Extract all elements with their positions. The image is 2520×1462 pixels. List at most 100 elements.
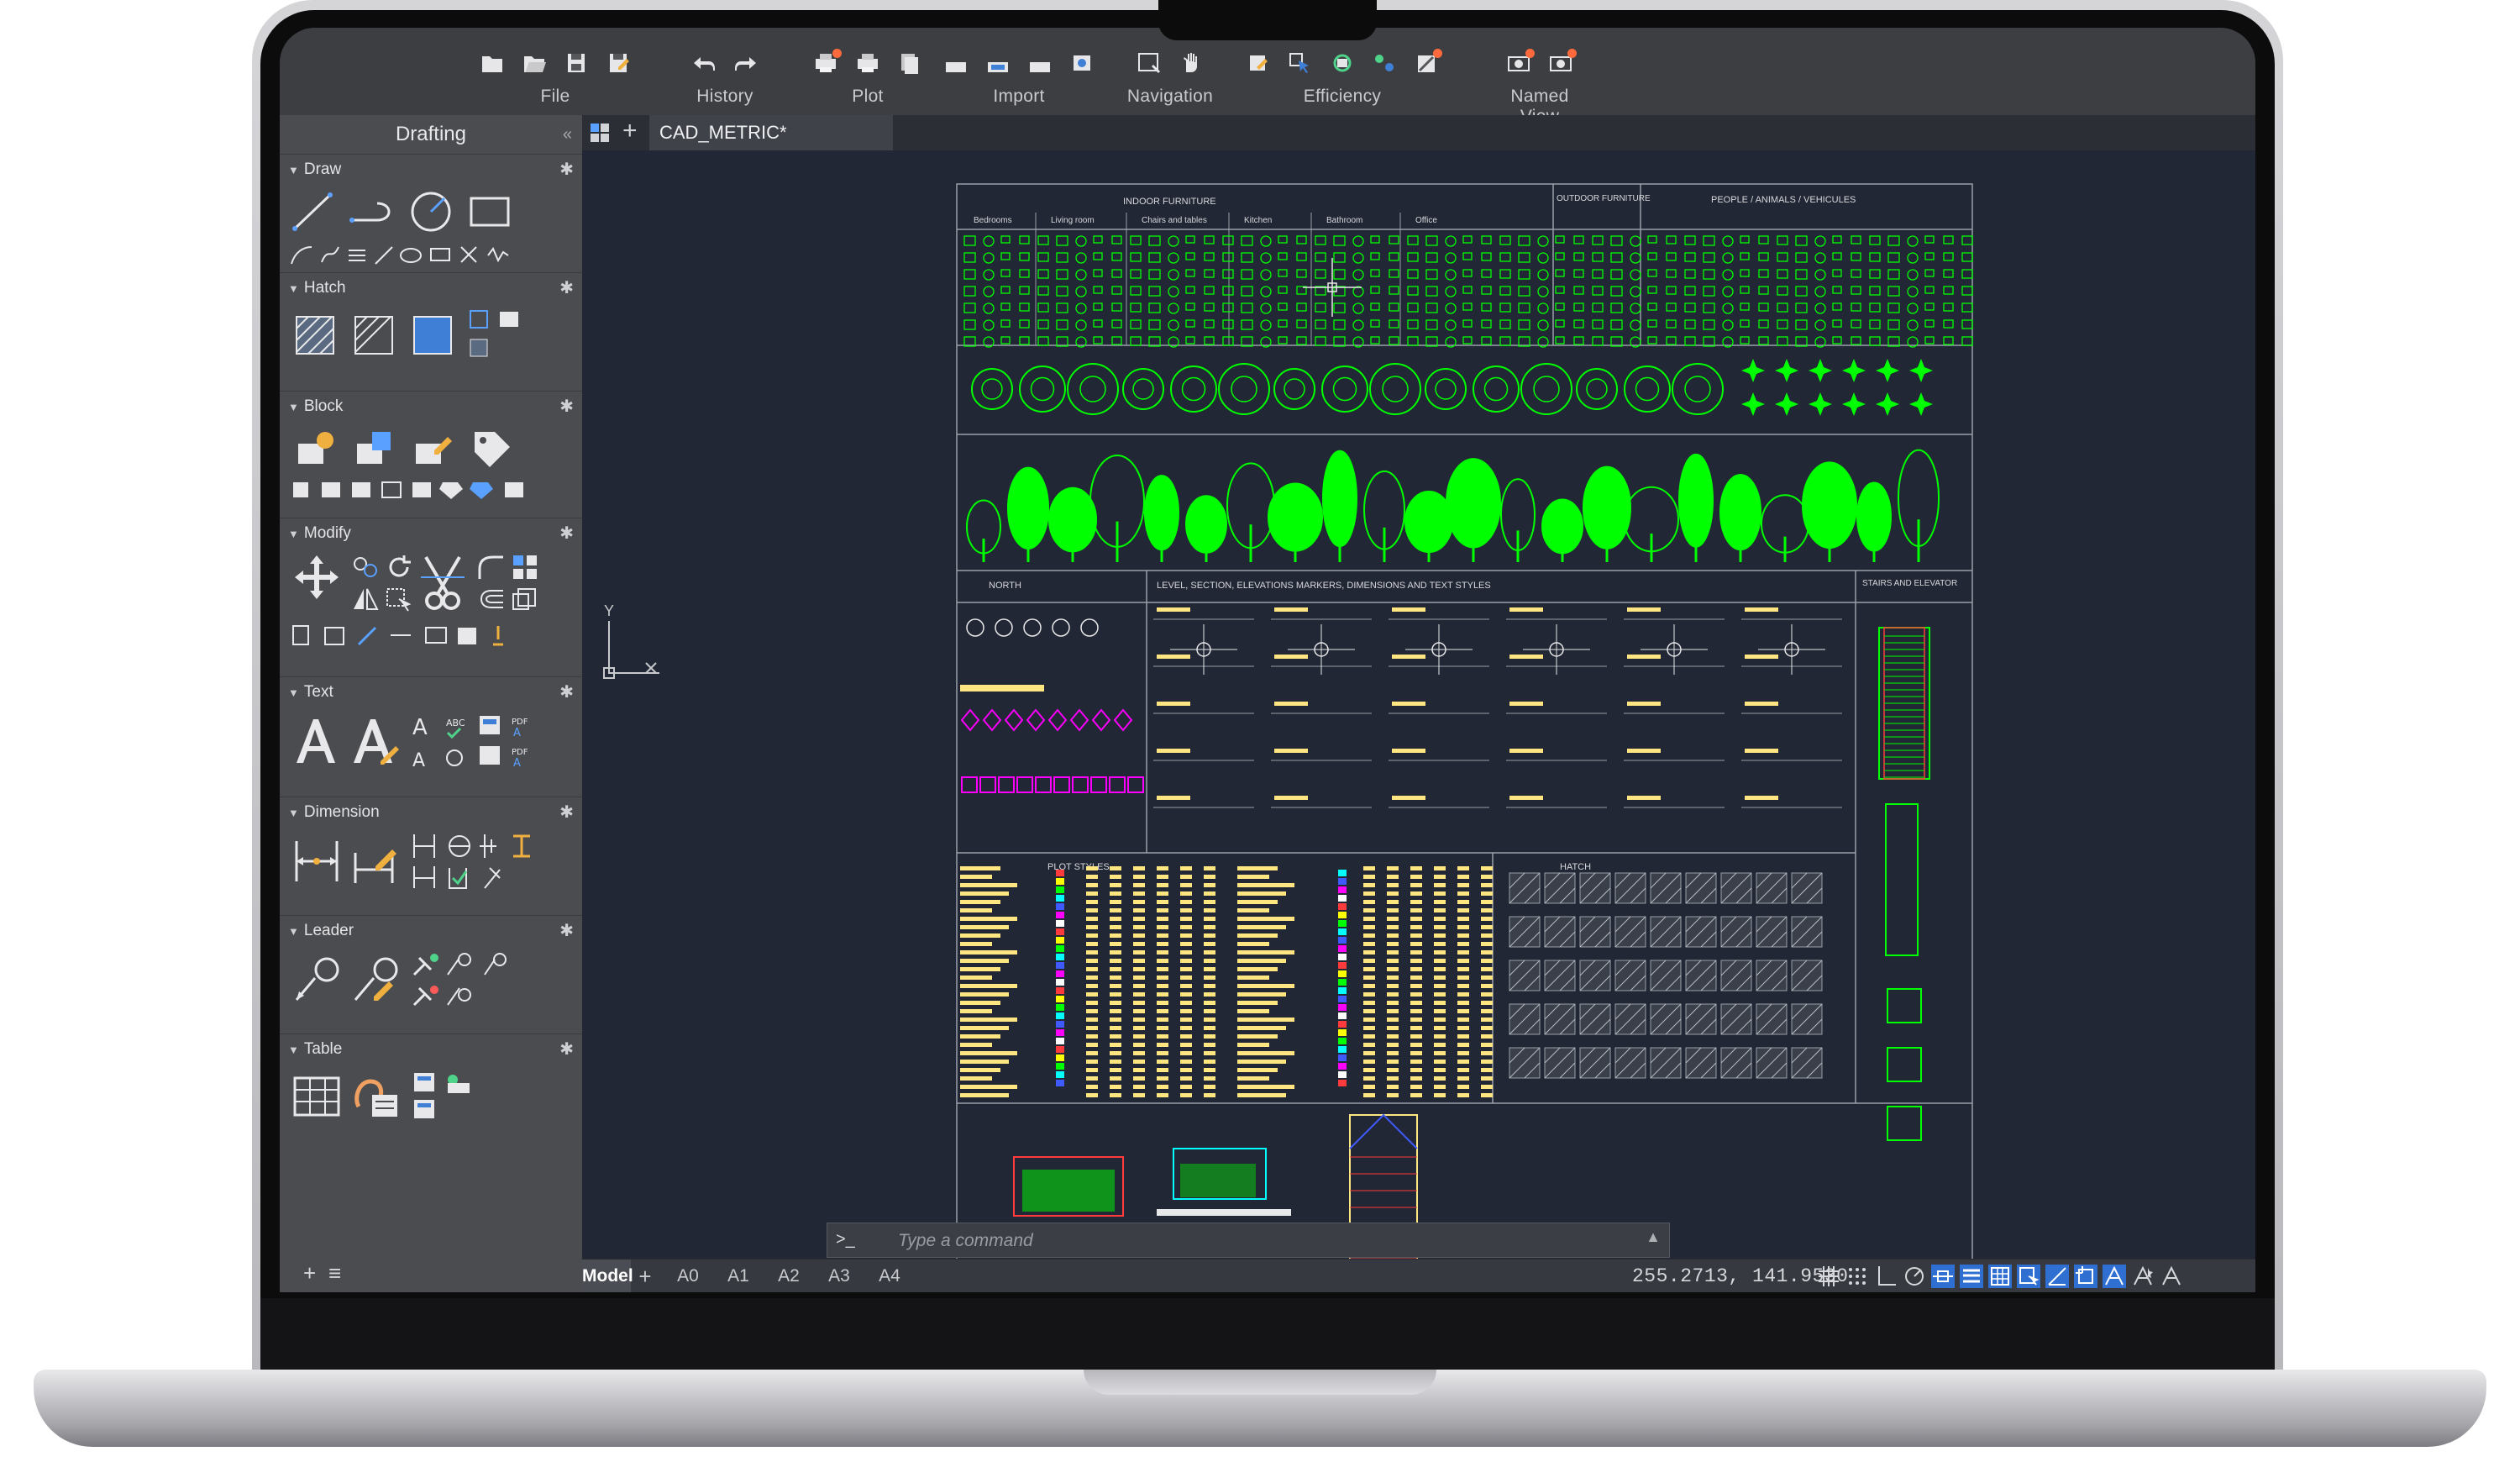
open-drawing-icon[interactable] (518, 49, 550, 77)
tab-layout-a2[interactable]: A2 (764, 1260, 814, 1292)
lineweight-icon[interactable] (1960, 1265, 1983, 1288)
save-as-icon[interactable] (602, 49, 634, 77)
single-line-text-icon[interactable] (350, 714, 401, 768)
revision-cloud-icon[interactable] (466, 335, 491, 360)
command-prompt-icon[interactable]: >_ (836, 1230, 855, 1249)
gear-icon[interactable]: ✱ (559, 518, 574, 549)
gear-icon[interactable]: ✱ (559, 797, 574, 828)
print-icon[interactable] (852, 49, 884, 77)
polyline-tool-icon[interactable] (349, 188, 396, 235)
array-icon[interactable] (510, 552, 540, 582)
palette-menu-button[interactable]: ≡ (328, 1260, 341, 1286)
refresh-icon[interactable] (1326, 49, 1358, 77)
draw-tools-row-icon[interactable] (288, 242, 540, 267)
hatch-tool-icon[interactable] (291, 312, 339, 359)
zoom-window-icon[interactable] (1133, 49, 1165, 77)
collapse-palette-button[interactable]: « (563, 115, 572, 154)
fillet-icon[interactable] (476, 552, 507, 582)
section-header-modify[interactable]: ▼ Modify ✱ (280, 518, 582, 549)
tab-layout-a3[interactable]: A3 (814, 1260, 864, 1292)
add-layout-button[interactable]: + (633, 1260, 658, 1292)
boundary-icon[interactable] (409, 312, 456, 359)
select-similar-icon[interactable] (1284, 49, 1316, 77)
object-snap-icon[interactable] (1931, 1265, 1955, 1288)
linear-dimension-icon[interactable] (291, 836, 342, 886)
offset-icon[interactable] (476, 584, 507, 614)
trim-icon[interactable] (417, 552, 468, 614)
rotate-icon[interactable] (384, 552, 414, 582)
transparency-icon[interactable] (1988, 1265, 2012, 1288)
import-image-icon[interactable] (1066, 49, 1098, 77)
edit-leader-icon[interactable] (350, 955, 401, 1005)
tab-grid-icon[interactable] (589, 122, 611, 144)
dynamic-ucs-icon[interactable] (2045, 1265, 2069, 1288)
section-header-hatch[interactable]: ▼ Hatch ✱ (280, 273, 582, 303)
dynamic-input-icon[interactable] (2074, 1265, 2097, 1288)
add-section-button[interactable]: + (303, 1260, 316, 1286)
gear-icon[interactable]: ✱ (559, 677, 574, 707)
block-tools-row-icon[interactable] (288, 477, 540, 502)
purge-icon[interactable] (1410, 49, 1442, 77)
leader-tools-grid-icon[interactable] (409, 949, 518, 1010)
new-view-icon[interactable] (1503, 49, 1535, 77)
group-icon[interactable] (1368, 49, 1400, 77)
move-icon[interactable] (291, 552, 342, 602)
annotation-scale-icon[interactable] (2160, 1265, 2183, 1288)
gear-icon[interactable]: ✱ (559, 392, 574, 422)
multileader-icon[interactable] (291, 955, 342, 1005)
redo-icon[interactable] (730, 49, 762, 77)
gear-icon[interactable]: ✱ (559, 155, 574, 185)
ortho-mode-icon[interactable] (1874, 1265, 1898, 1288)
copy-icon[interactable] (350, 552, 381, 582)
pan-icon[interactable] (1175, 49, 1207, 77)
section-header-table[interactable]: ▼ Table ✱ (280, 1034, 582, 1065)
edit-block-icon[interactable] (409, 425, 456, 472)
circle-tool-icon[interactable] (407, 188, 454, 235)
save-icon[interactable] (560, 49, 592, 77)
insert-block-icon[interactable] (350, 425, 397, 472)
section-header-block[interactable]: ▼ Block ✱ (280, 392, 582, 422)
gear-icon[interactable]: ✱ (559, 916, 574, 946)
section-header-dimension[interactable]: ▼ Dimension ✱ (280, 797, 582, 828)
import-icon[interactable] (940, 49, 972, 77)
section-header-text[interactable]: ▼ Text ✱ (280, 677, 582, 707)
text-tools-grid-icon[interactable]: A ABC PDF A A PDF A (409, 711, 535, 771)
import-pdf-icon[interactable] (1024, 49, 1056, 77)
gradient-hatch-icon[interactable] (350, 312, 397, 359)
mirror-icon[interactable] (350, 584, 381, 614)
tab-layout-a0[interactable]: A0 (663, 1260, 713, 1292)
multiline-text-icon[interactable] (291, 714, 339, 768)
line-tool-icon[interactable] (290, 188, 337, 235)
region-icon[interactable] (466, 307, 491, 332)
view-manager-icon[interactable] (1545, 49, 1577, 77)
grid-display-icon[interactable] (1817, 1265, 1840, 1288)
tab-layout-a1[interactable]: A1 (713, 1260, 764, 1292)
snap-mode-icon[interactable] (1845, 1265, 1869, 1288)
wipeout-icon[interactable] (496, 307, 522, 332)
block-attributes-icon[interactable] (468, 425, 515, 472)
dimension-tools-grid-icon[interactable] (409, 831, 540, 891)
drawing-canvas[interactable]: INDOOR FURNITURE OUTDOOR FURNITURE PEOPL… (582, 150, 2255, 1292)
modify-tools-row-icon[interactable] (288, 621, 540, 649)
document-tab[interactable]: CAD_METRIC* (649, 115, 893, 150)
section-header-leader[interactable]: ▼ Leader ✱ (280, 916, 582, 946)
quick-dimension-icon[interactable] (350, 836, 401, 886)
gear-icon[interactable]: ✱ (559, 1034, 574, 1065)
section-header-draw[interactable]: ▼ Draw ✱ (280, 155, 582, 185)
new-drawing-icon[interactable] (476, 49, 508, 77)
tab-layout-a4[interactable]: A4 (864, 1260, 915, 1292)
table-tools-grid-icon[interactable] (409, 1070, 476, 1125)
attach-icon[interactable] (982, 49, 1014, 77)
polar-tracking-icon[interactable] (1903, 1265, 1926, 1288)
rectangle-tool-icon[interactable] (466, 188, 513, 235)
scale-icon[interactable] (510, 584, 540, 614)
create-block-icon[interactable] (291, 425, 339, 472)
plot-icon[interactable] (810, 49, 842, 77)
undo-icon[interactable] (688, 49, 720, 77)
command-input[interactable] (896, 1228, 1605, 1254)
new-tab-button[interactable]: + (622, 117, 638, 145)
stretch-icon[interactable] (384, 584, 414, 614)
table-icon[interactable] (291, 1073, 342, 1120)
gear-icon[interactable]: ✱ (559, 273, 574, 303)
data-extraction-icon[interactable] (350, 1073, 401, 1120)
